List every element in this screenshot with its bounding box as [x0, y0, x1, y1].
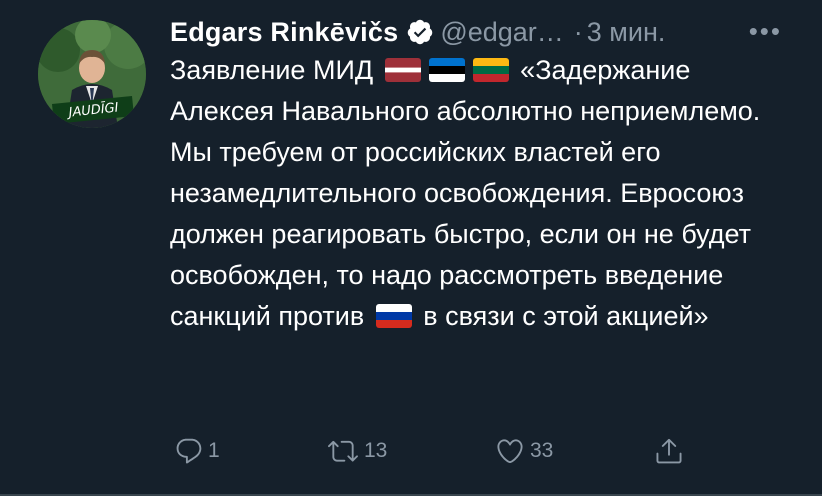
- retweet-count: 13: [364, 439, 388, 462]
- verified-badge-icon: [406, 18, 434, 46]
- reply-icon: [174, 436, 204, 466]
- author-handle[interactable]: @edgar…: [440, 17, 563, 48]
- share-icon: [654, 436, 684, 466]
- retweet-button[interactable]: 13: [322, 436, 387, 466]
- tweet-text-part3: в связи с этой акцией»: [423, 301, 709, 331]
- reply-count: 1: [208, 439, 220, 462]
- heart-icon: [494, 436, 526, 466]
- tweet-text-part2: «Задержание Алексея Навального абсолютно…: [170, 55, 761, 331]
- retweet-icon: [326, 436, 360, 466]
- more-options-icon[interactable]: •••: [749, 16, 782, 47]
- tweet-text: Заявление МИД «Задержание Алексея Наваль…: [170, 50, 800, 337]
- estonia-flag-icon: [428, 58, 465, 82]
- like-count: 33: [530, 439, 554, 462]
- separator-dot: ·: [573, 16, 583, 47]
- tweet-card[interactable]: JAUDĪGI Edgars Rinkēvičs @edgar… · 3 мин…: [0, 0, 822, 496]
- avatar[interactable]: JAUDĪGI: [38, 20, 146, 128]
- share-button[interactable]: [650, 436, 684, 466]
- reply-button[interactable]: 1: [170, 436, 220, 466]
- lithuania-flag-icon: [472, 58, 509, 82]
- tweet-header: Edgars Rinkēvičs @edgar… · 3 мин. •••: [170, 14, 782, 50]
- author-name[interactable]: Edgars Rinkēvičs: [170, 17, 398, 48]
- tweet-actions: 1 13 33: [170, 436, 770, 472]
- like-button[interactable]: 33: [490, 436, 553, 466]
- tweet-timestamp[interactable]: 3 мин.: [587, 17, 666, 48]
- latvia-flag-icon: [384, 58, 421, 82]
- russia-flag-icon: [375, 304, 412, 328]
- tweet-text-part1: Заявление МИД: [170, 55, 374, 85]
